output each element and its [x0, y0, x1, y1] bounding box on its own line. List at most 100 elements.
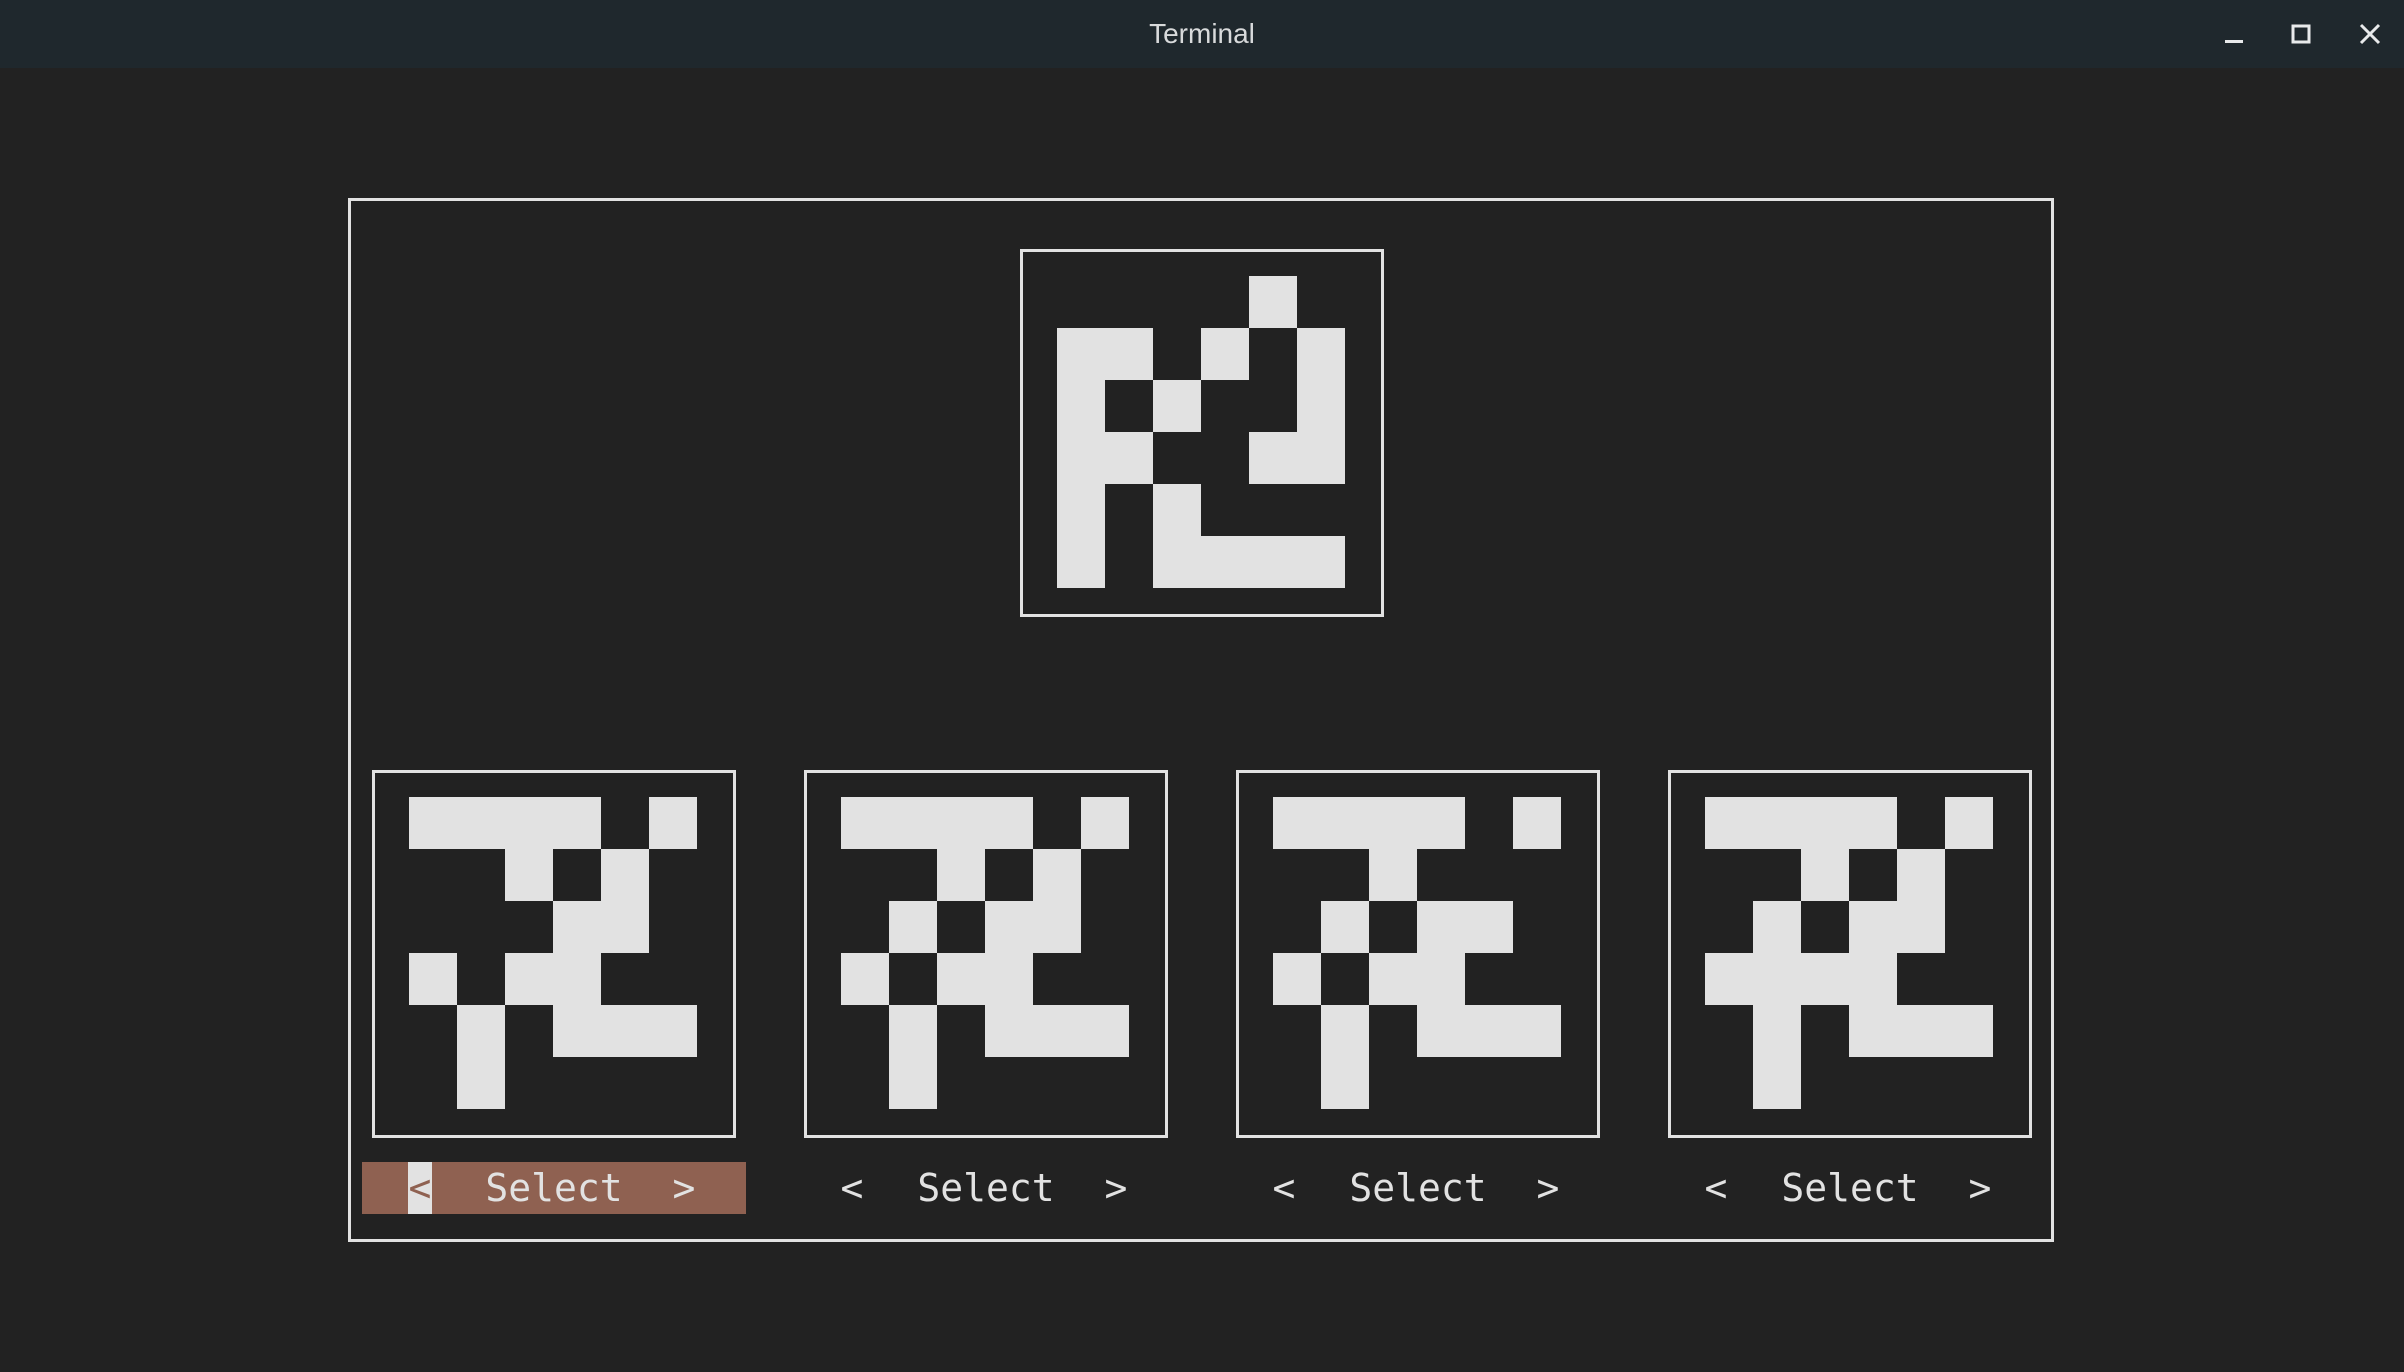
target-pattern-cell [1297, 328, 1345, 380]
target-pattern-cell [1201, 328, 1249, 380]
option-pattern-box-3 [1236, 770, 1600, 1138]
minimize-icon [2225, 40, 2243, 43]
target-pattern-cell [1105, 328, 1153, 380]
option-pattern-2-cell [937, 797, 985, 849]
option-pattern-2-cell [1033, 901, 1081, 953]
option-pattern-1-cell [409, 953, 457, 1005]
maximize-icon [2291, 24, 2311, 44]
option-pattern-4 [1705, 797, 1993, 1109]
option-pattern-3-cell [1321, 901, 1369, 953]
option-pattern-3-cell [1417, 901, 1465, 953]
option-pattern-4-cell [1705, 797, 1753, 849]
option-pattern-1-cell [649, 797, 697, 849]
option-pattern-3-cell [1417, 1005, 1465, 1057]
option-pattern-3-cell [1273, 953, 1321, 1005]
option-pattern-2-cell [1033, 1005, 1081, 1057]
option-pattern-3-cell [1513, 1005, 1561, 1057]
option-pattern-4-cell [1801, 849, 1849, 901]
option-pattern-2-cell [889, 1057, 937, 1109]
next-arrow-icon[interactable]: > [1968, 1162, 1992, 1214]
next-arrow-icon[interactable]: > [1104, 1162, 1128, 1214]
option-pattern-2-cell [889, 797, 937, 849]
option-pattern-3-cell [1465, 901, 1513, 953]
target-pattern-cell [1153, 484, 1201, 536]
close-icon [2359, 23, 2381, 45]
maximize-button[interactable] [2281, 14, 2321, 54]
option-pattern-2-cell [985, 797, 1033, 849]
option-pattern-4-cell [1801, 953, 1849, 1005]
option-pattern-1-cell [457, 1057, 505, 1109]
option-pattern-1-cell [601, 849, 649, 901]
option-pattern-2-cell [1081, 1005, 1129, 1057]
target-pattern-cell [1057, 432, 1105, 484]
target-pattern-cell [1153, 536, 1201, 588]
option-pattern-4-cell [1753, 1057, 1801, 1109]
option-pattern-4-cell [1849, 901, 1897, 953]
option-pattern-1-cell [553, 797, 601, 849]
option-pattern-3 [1273, 797, 1561, 1109]
option-pattern-2-cell [889, 901, 937, 953]
option-pattern-3-cell [1417, 953, 1465, 1005]
target-pattern-cell [1057, 380, 1105, 432]
option-pattern-2-cell [937, 953, 985, 1005]
option-pattern-4-cell [1705, 953, 1753, 1005]
next-arrow-icon[interactable]: > [1536, 1162, 1560, 1214]
terminal-window: Terminal < Select > < Select > < Select … [0, 0, 2404, 1372]
target-pattern-cell [1297, 380, 1345, 432]
option-pattern-4-cell [1897, 1005, 1945, 1057]
option-pattern-2-cell [985, 901, 1033, 953]
title-bar[interactable]: Terminal [0, 0, 2404, 68]
option-pattern-4-cell [1897, 901, 1945, 953]
option-pattern-1-cell [553, 1005, 601, 1057]
option-pattern-2-cell [1081, 797, 1129, 849]
option-pattern-3-cell [1369, 797, 1417, 849]
option-pattern-1-cell [601, 1005, 649, 1057]
option-pattern-1-cell [601, 901, 649, 953]
option-pattern-4-cell [1753, 953, 1801, 1005]
option-pattern-4-cell [1753, 797, 1801, 849]
target-pattern-cell [1201, 536, 1249, 588]
option-pattern-1-cell [457, 797, 505, 849]
option-pattern-3-cell [1321, 797, 1369, 849]
option-pattern-1 [409, 797, 697, 1109]
select-button-4[interactable]: < Select > [1658, 1162, 2042, 1214]
close-button[interactable] [2350, 14, 2390, 54]
window-title: Terminal [1149, 18, 1255, 49]
option-pattern-3-cell [1321, 1005, 1369, 1057]
option-pattern-2-cell [841, 797, 889, 849]
option-pattern-2-cell [841, 953, 889, 1005]
option-pattern-1-cell [457, 1005, 505, 1057]
option-pattern-3-cell [1369, 953, 1417, 1005]
option-pattern-1-cell [505, 953, 553, 1005]
option-pattern-4-cell [1945, 1005, 1993, 1057]
option-pattern-3-cell [1369, 849, 1417, 901]
option-pattern-box-2 [804, 770, 1168, 1138]
option-pattern-4-cell [1849, 1005, 1897, 1057]
option-pattern-1-cell [553, 953, 601, 1005]
target-pattern-cell [1297, 536, 1345, 588]
option-pattern-3-cell [1273, 797, 1321, 849]
minimize-button[interactable] [2214, 14, 2254, 54]
next-arrow-icon[interactable]: > [672, 1162, 696, 1214]
select-button-3[interactable]: < Select > [1226, 1162, 1610, 1214]
option-pattern-1-cell [505, 849, 553, 901]
option-pattern-4-cell [1897, 849, 1945, 901]
target-pattern-cell [1249, 432, 1297, 484]
option-pattern-2-cell [889, 1005, 937, 1057]
target-pattern-cell [1153, 380, 1201, 432]
select-button-2[interactable]: < Select > [794, 1162, 1178, 1214]
option-pattern-3-cell [1465, 1005, 1513, 1057]
target-pattern [1057, 276, 1345, 588]
select-button-1[interactable]: < Select > [362, 1162, 746, 1214]
option-pattern-4-cell [1753, 1005, 1801, 1057]
target-pattern-cell [1057, 484, 1105, 536]
target-pattern-cell [1249, 276, 1297, 328]
option-pattern-3-cell [1513, 797, 1561, 849]
target-pattern-cell [1105, 432, 1153, 484]
option-pattern-box-4 [1668, 770, 2032, 1138]
option-pattern-3-cell [1321, 1057, 1369, 1109]
option-pattern-4-cell [1849, 953, 1897, 1005]
option-pattern-1-cell [505, 797, 553, 849]
option-pattern-2-cell [985, 1005, 1033, 1057]
option-pattern-4-cell [1753, 901, 1801, 953]
